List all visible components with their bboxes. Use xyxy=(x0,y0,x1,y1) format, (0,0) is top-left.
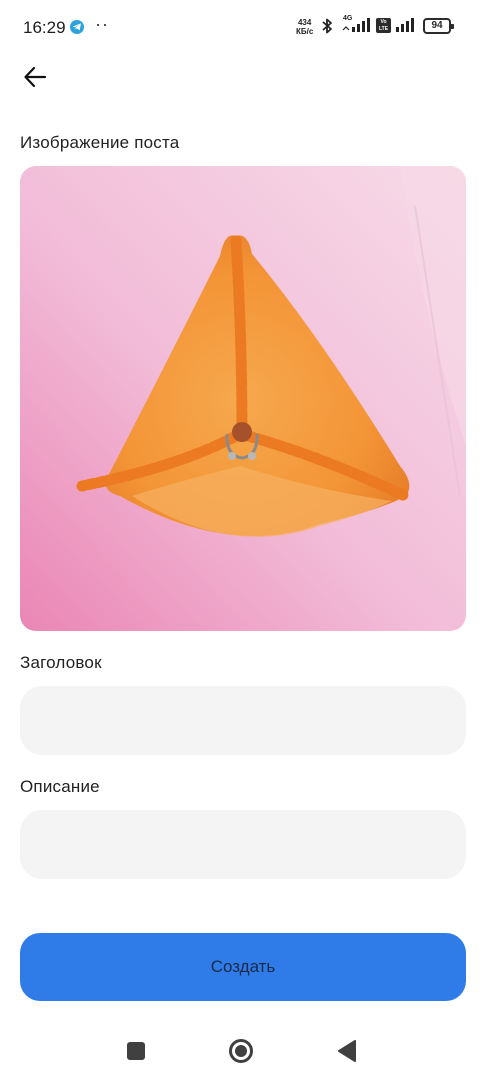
description-label: Описание xyxy=(20,777,100,796)
status-time: 16:29 xyxy=(23,18,66,37)
description-input[interactable] xyxy=(20,810,466,879)
volte-icon: Vo LTE xyxy=(376,18,391,33)
signal-icon-secondary xyxy=(396,18,414,32)
post-image-label: Изображение поста xyxy=(20,133,180,152)
title-input[interactable] xyxy=(20,686,466,755)
network-speed-unit: КБ/с xyxy=(296,27,314,36)
back-triangle-icon[interactable] xyxy=(337,1040,357,1062)
back-button[interactable] xyxy=(14,58,56,96)
system-nav-bar xyxy=(0,1020,486,1080)
signal-icon xyxy=(342,18,370,32)
telegram-icon xyxy=(70,20,84,34)
notification-dots: ·· xyxy=(95,14,109,34)
create-button[interactable]: Создать xyxy=(20,933,466,1001)
network-speed-value: 434 xyxy=(297,18,312,27)
status-bar: 16:29 ·· 434 КБ/с 4G Vo LTE 94 xyxy=(0,0,486,56)
arrow-left-icon xyxy=(24,66,47,88)
recents-square-icon[interactable] xyxy=(127,1042,145,1060)
network-speed: 434 КБ/с xyxy=(296,18,313,36)
title-label: Заголовок xyxy=(20,653,102,672)
battery-level: 94 xyxy=(431,20,443,31)
home-circle-icon[interactable] xyxy=(229,1039,253,1063)
bluetooth-icon xyxy=(322,18,332,34)
post-image[interactable] xyxy=(20,166,466,631)
battery-icon: 94 xyxy=(423,18,454,34)
